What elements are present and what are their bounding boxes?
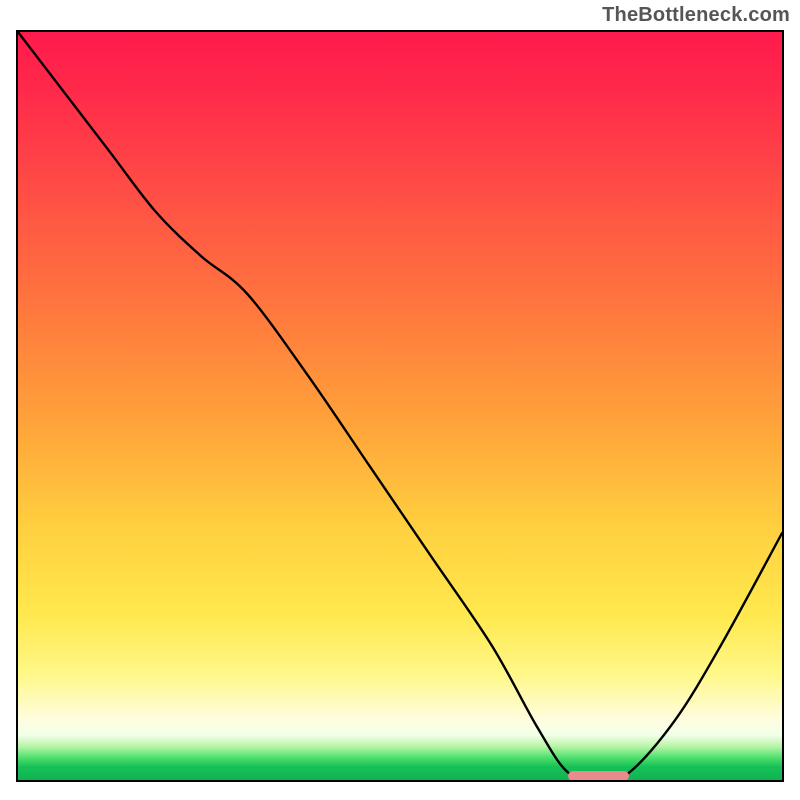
- bottleneck-curve-path: [18, 32, 782, 780]
- watermark-text: TheBottleneck.com: [602, 4, 790, 27]
- optimal-marker: [568, 771, 629, 781]
- chart-wrapper: TheBottleneck.com: [0, 0, 800, 800]
- plot-area: [16, 30, 784, 782]
- curve-svg: [18, 32, 782, 780]
